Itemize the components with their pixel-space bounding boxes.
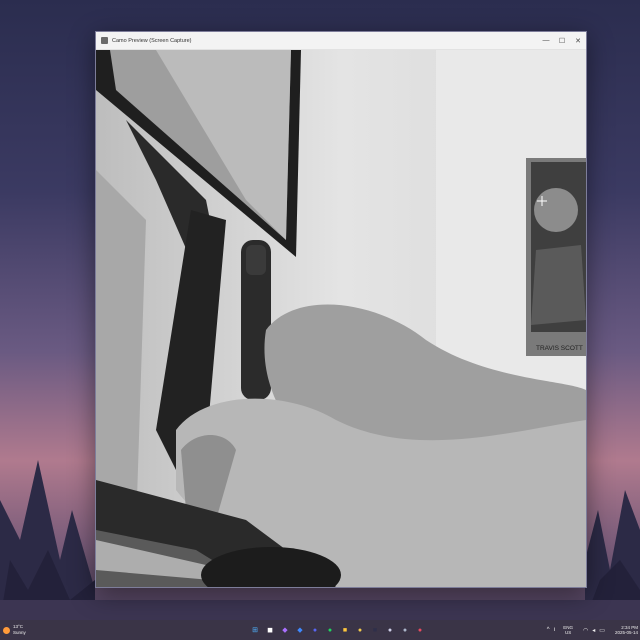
camo-app-icon (101, 37, 108, 44)
close-button[interactable]: ✕ (570, 32, 586, 49)
obs-icon[interactable]: ● (384, 623, 396, 637)
window-titlebar[interactable]: Camo Preview (Screen Capture) — ☐ ✕ (96, 32, 586, 50)
discord-icon[interactable]: ● (309, 623, 321, 637)
battery-icon[interactable]: ▭ (599, 627, 605, 634)
steam-icon[interactable]: ● (399, 623, 411, 637)
volume-icon[interactable]: ◂ (592, 627, 595, 634)
weather-condition: Sunny (13, 630, 26, 635)
tray-overflow-chevron-icon[interactable]: ^ (547, 627, 550, 633)
water-bottle (241, 240, 271, 400)
system-tray: ^ ı ENG US ◠ ◂ ▭ 2:34 PM 2025-05-14 (545, 622, 638, 638)
camo-icon[interactable]: ● (414, 623, 426, 637)
spotify-icon[interactable]: ● (324, 623, 336, 637)
window-title: Camo Preview (Screen Capture) (112, 37, 192, 44)
language-bottom: US (565, 630, 572, 635)
clock-date: 2025-05-14 (614, 630, 638, 635)
start-icon[interactable]: ⊞ (249, 623, 261, 637)
file-explorer-icon[interactable]: ■ (339, 623, 351, 637)
maximize-button[interactable]: ☐ (554, 32, 570, 49)
language-indicator[interactable]: ENG US (563, 625, 573, 636)
weather-widget[interactable]: 13°C Sunny (3, 620, 63, 640)
search-icon[interactable]: ◼ (264, 623, 276, 637)
taskbar-pinned-apps: ⊞ ◼ ◆ ◆ ● ● ■ ● ■ ● ● ● (249, 623, 426, 637)
wifi-icon[interactable]: ◠ (583, 627, 588, 634)
poster (526, 158, 586, 356)
visual-studio-icon[interactable]: ◆ (279, 623, 291, 637)
poster-text: TRAVIS SCOTT (536, 345, 583, 352)
sun-icon (3, 626, 10, 634)
camera-preview-feed: TRAVIS SCOTT (96, 50, 586, 587)
chrome-icon[interactable]: ● (354, 623, 366, 637)
minimize-button[interactable]: — (538, 32, 554, 49)
microphone-icon[interactable]: ı (554, 627, 556, 633)
app-icon[interactable]: ◆ (294, 623, 306, 637)
camo-preview-window[interactable]: Camo Preview (Screen Capture) — ☐ ✕ TRAV… (95, 31, 587, 588)
taskbar: 13°C Sunny ⊞ ◼ ◆ ◆ ● ● ■ ● ■ ● ● ● ^ ı ENG US ◠ ◂ ▭… (0, 620, 640, 640)
clock[interactable]: 2:34 PM 2025-05-14 (615, 625, 638, 636)
app-dark-icon[interactable]: ■ (369, 623, 381, 637)
